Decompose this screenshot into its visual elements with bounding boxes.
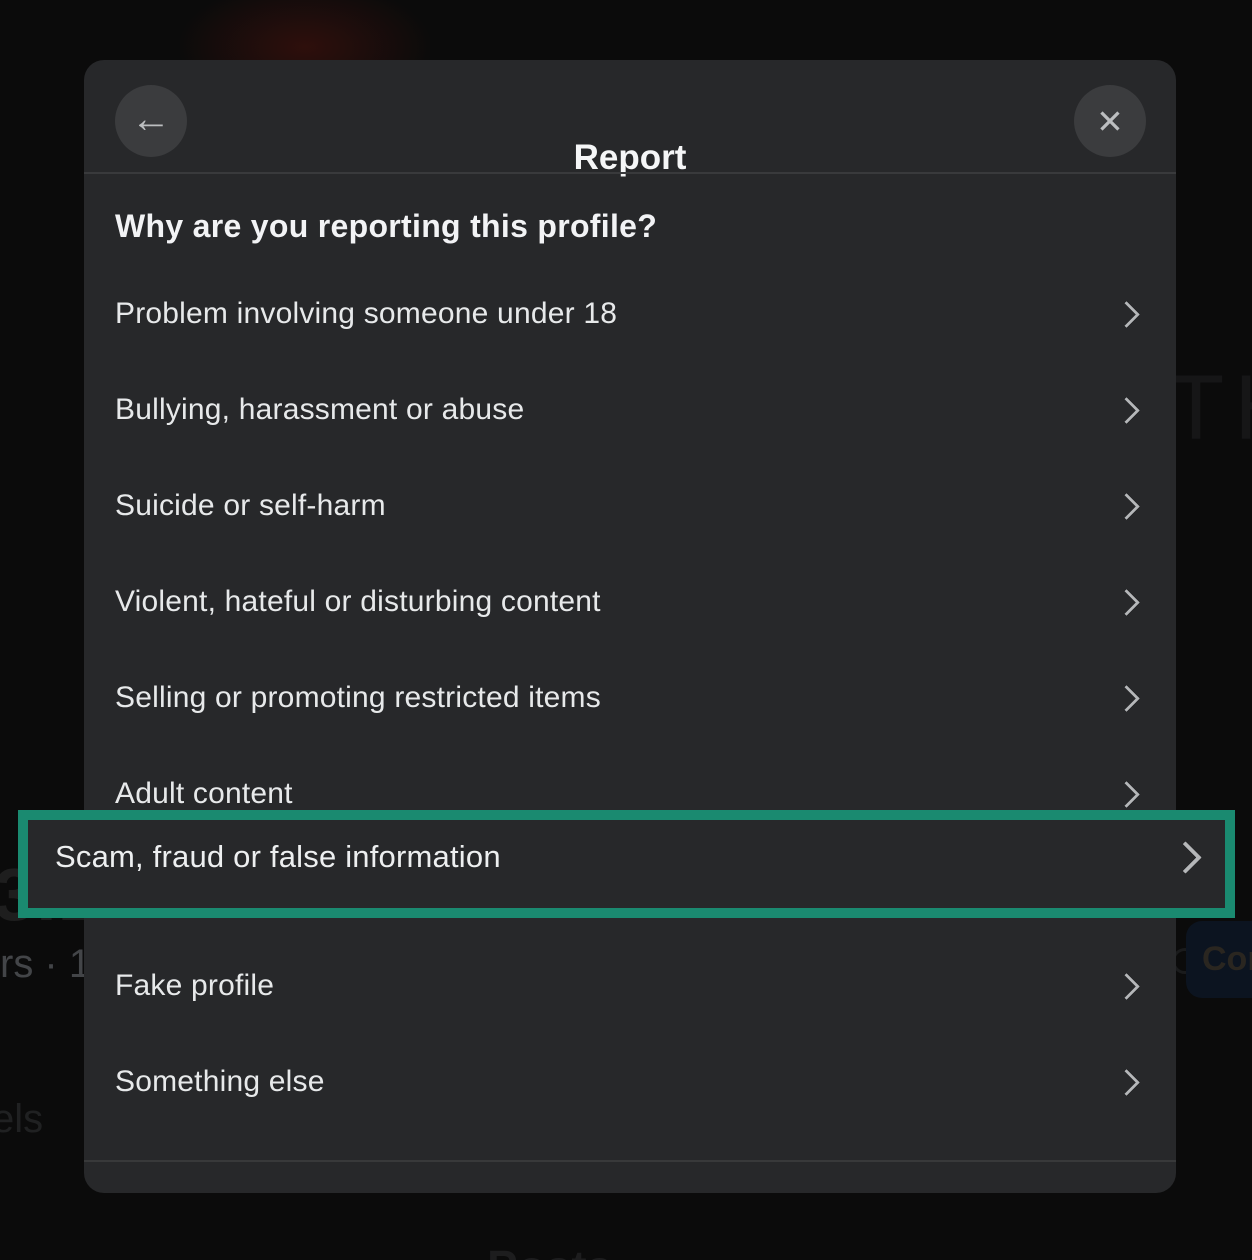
modal-backdrop[interactable]: 3.1 rs · 17 TH Con els Posts ← Report ✕ …	[0, 0, 1252, 1260]
report-option-bullying[interactable]: Bullying, harassment or abuse	[84, 362, 1176, 458]
tab-posts-fragment: Posts	[487, 1240, 612, 1260]
annotation-highlight-box: Scam, fraud or false information	[18, 810, 1235, 918]
option-label: Violent, hateful or disturbing content	[115, 585, 601, 619]
chevron-right-icon	[1113, 493, 1140, 520]
report-option-under-18[interactable]: Problem involving someone under 18	[84, 266, 1176, 362]
option-label: Suicide or self-harm	[115, 489, 386, 523]
chevron-right-icon	[1113, 301, 1140, 328]
chevron-right-icon	[1113, 973, 1140, 1000]
chevron-right-icon	[1169, 841, 1202, 874]
chevron-right-icon	[1113, 1069, 1140, 1096]
contact-button: Con	[1186, 921, 1252, 998]
option-label: Fake profile	[115, 969, 274, 1003]
report-dialog: ← Report ✕ Why are you reporting this pr…	[84, 60, 1176, 1193]
dialog-header: ← Report ✕	[84, 60, 1176, 173]
option-label: Adult content	[115, 777, 293, 811]
chevron-right-icon	[1113, 685, 1140, 712]
option-label: Scam, fraud or false information	[55, 839, 501, 875]
close-icon: ✕	[1096, 105, 1124, 138]
report-option-something-else[interactable]: Something else	[84, 1034, 1176, 1130]
header-divider	[84, 172, 1176, 174]
option-label: Selling or promoting restricted items	[115, 681, 601, 715]
report-question-heading: Why are you reporting this profile?	[115, 208, 657, 245]
report-option-suicide[interactable]: Suicide or self-harm	[84, 458, 1176, 554]
option-label: Something else	[115, 1065, 325, 1099]
back-arrow-icon: ←	[131, 99, 171, 139]
option-label: Problem involving someone under 18	[115, 297, 617, 331]
chevron-right-icon	[1113, 397, 1140, 424]
footer-divider	[84, 1160, 1176, 1162]
background-letters: TH	[1168, 356, 1252, 461]
report-option-fake-profile[interactable]: Fake profile	[84, 938, 1176, 1034]
option-label: Bullying, harassment or abuse	[115, 393, 524, 427]
tab-reels-fragment: els	[0, 1097, 43, 1142]
report-option-selling-restricted[interactable]: Selling or promoting restricted items	[84, 650, 1176, 746]
chevron-right-icon	[1113, 781, 1140, 808]
report-option-violent[interactable]: Violent, hateful or disturbing content	[84, 554, 1176, 650]
report-option-scam-fraud[interactable]: Scam, fraud or false information	[28, 820, 1225, 908]
chevron-right-icon	[1113, 589, 1140, 616]
close-button[interactable]: ✕	[1074, 85, 1146, 157]
